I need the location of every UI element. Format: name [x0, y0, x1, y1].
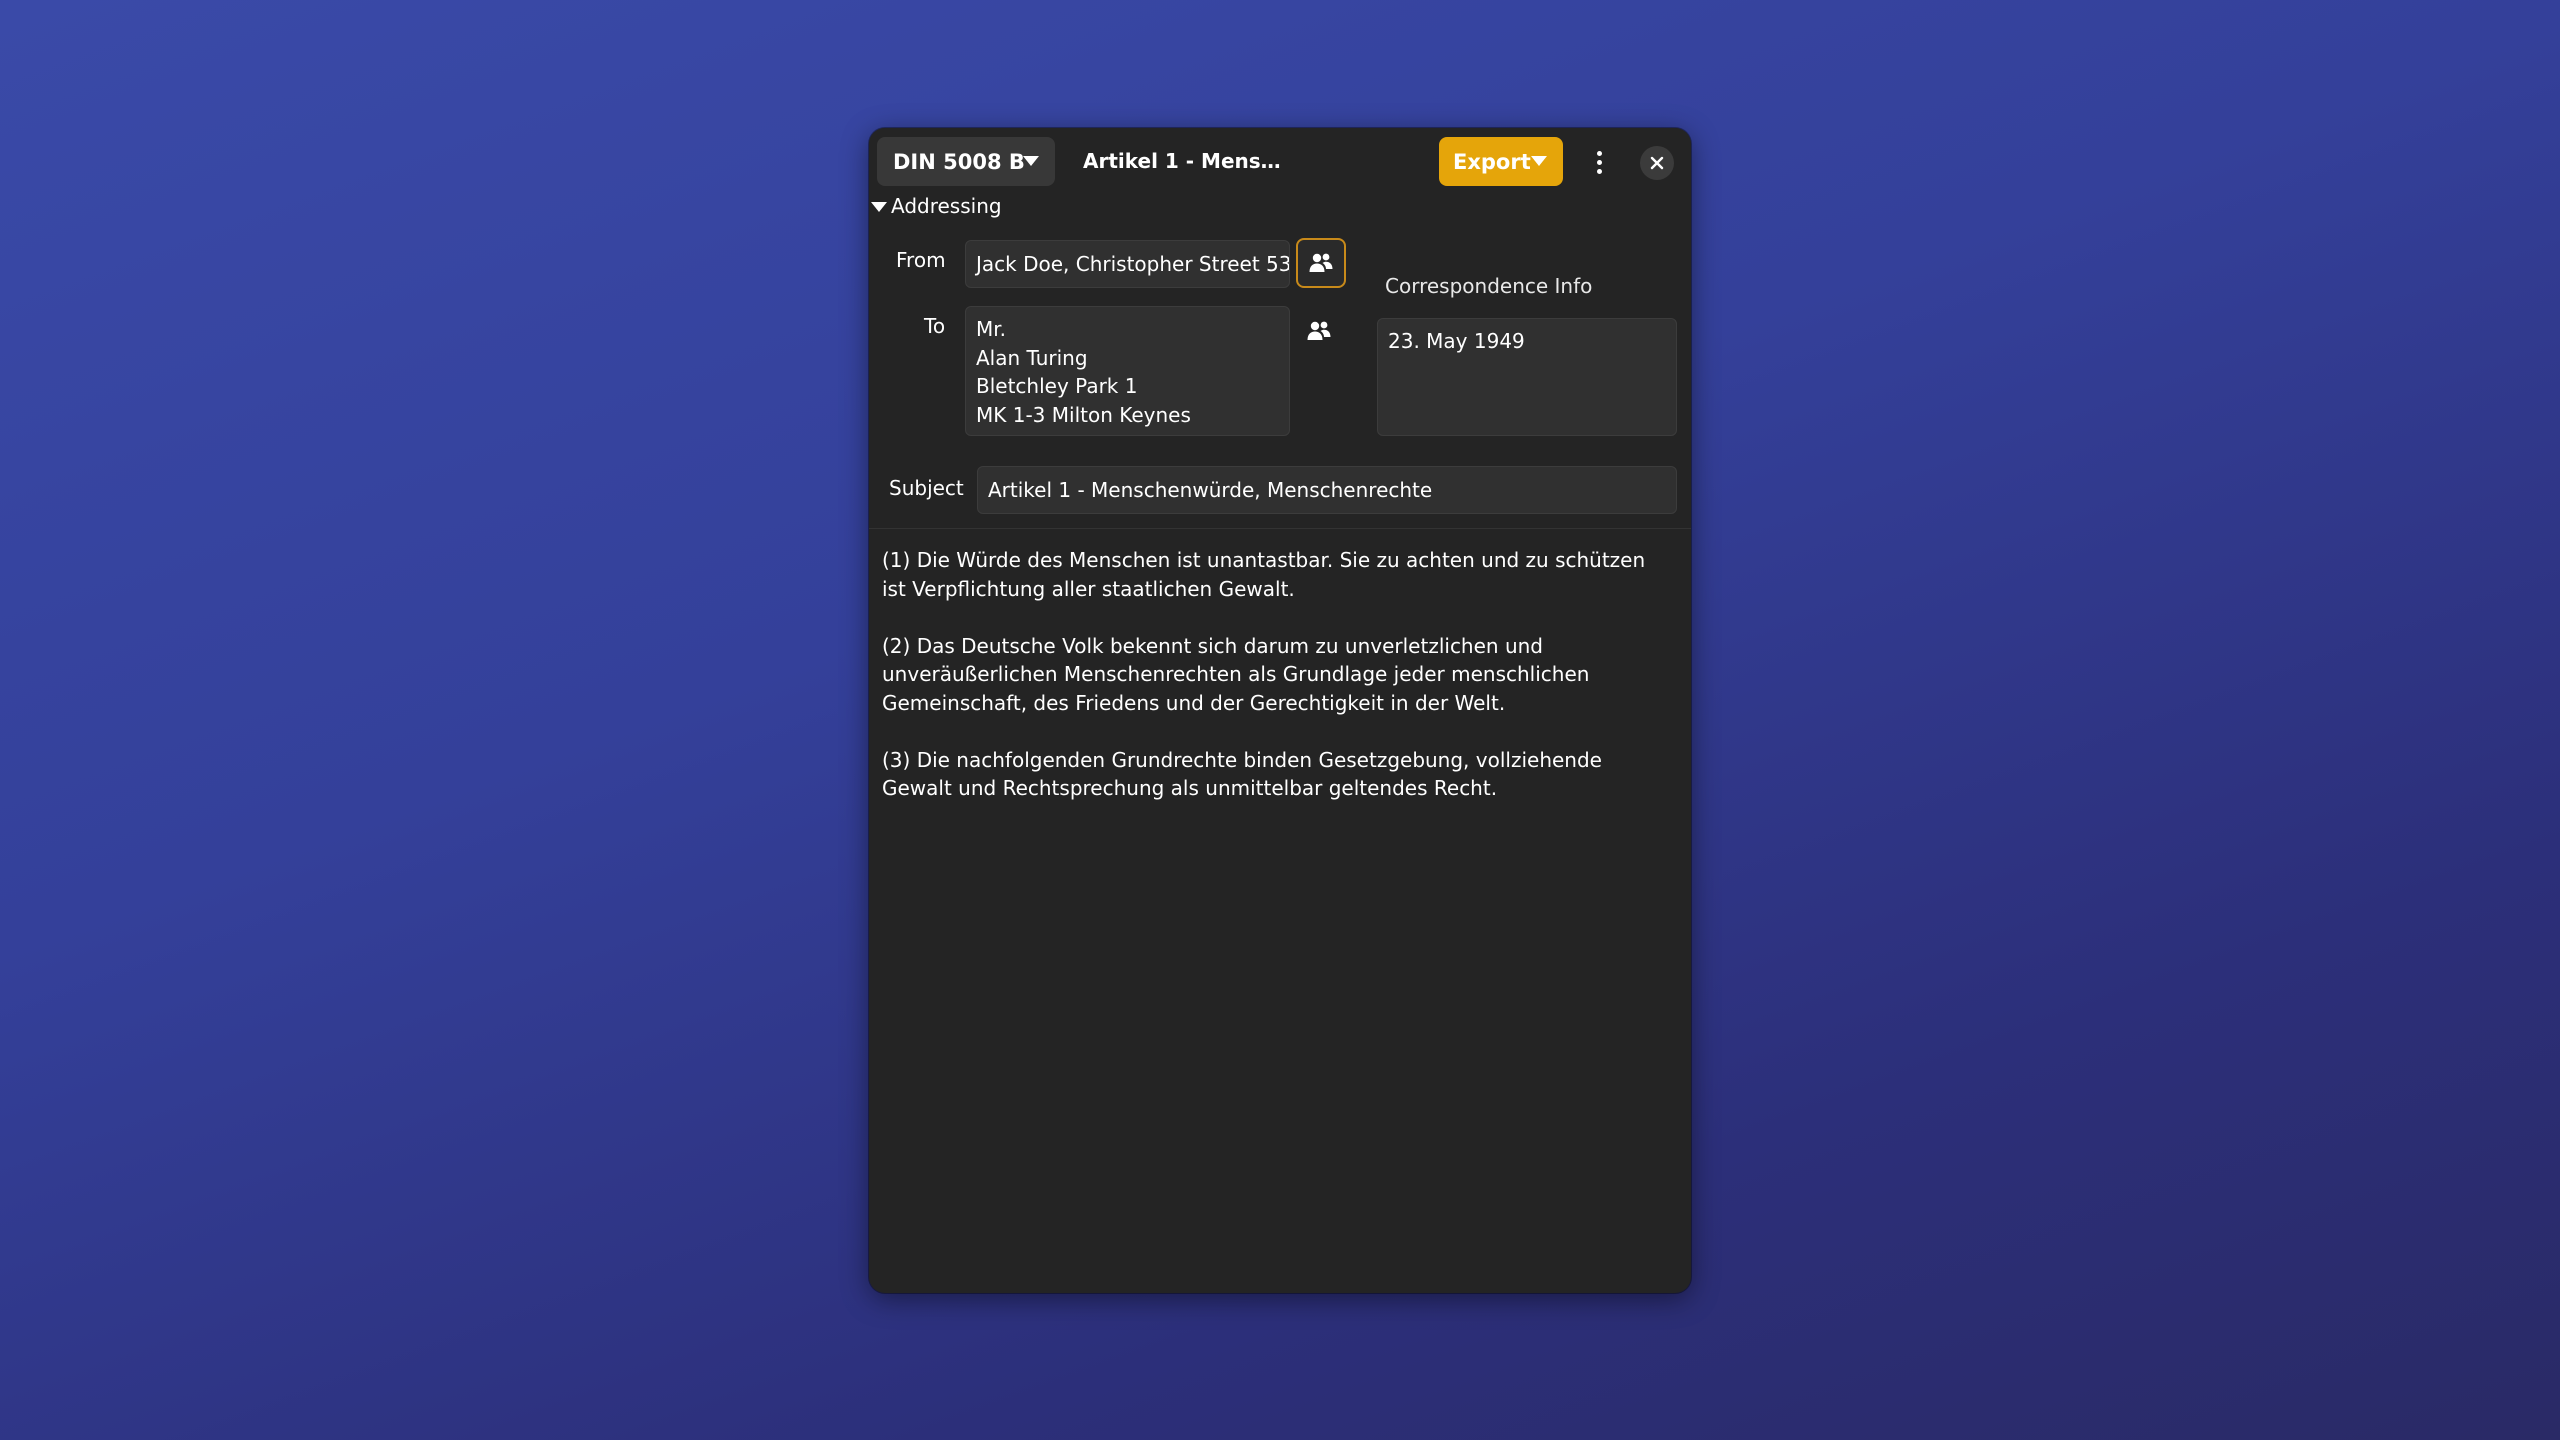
body-paragraph: (1) Die Würde des Menschen ist unantastb… [882, 548, 1646, 601]
addressing-expander[interactable]: Addressing [891, 194, 1002, 218]
vertical-dots-icon [1596, 150, 1602, 156]
subject-label: Subject [889, 476, 964, 500]
to-line: MK 1-3 Milton Keynes [976, 402, 1191, 427]
contacts-icon [1309, 253, 1333, 272]
close-button[interactable] [1640, 146, 1674, 180]
chevron-down-icon [1531, 156, 1547, 166]
to-line: Mr. [976, 317, 1006, 341]
contacts-icon [1307, 321, 1331, 340]
main-menu-button[interactable] [1577, 140, 1621, 184]
to-field[interactable]: Mr. Alan Turing Bletchley Park 1 MK 1-3 … [965, 306, 1290, 436]
close-icon [1650, 156, 1664, 170]
from-field[interactable]: Jack Doe, Christopher Street 53 [965, 240, 1290, 288]
template-dropdown[interactable]: DIN 5008 B [877, 137, 1055, 186]
correspondence-info-field[interactable]: 23. May 1949 [1377, 318, 1677, 436]
to-contacts-button[interactable] [1307, 320, 1335, 348]
from-contacts-button[interactable] [1296, 238, 1346, 288]
letter-editor-window: DIN 5008 B Artikel 1 - Menschenwürde, M.… [869, 128, 1691, 1293]
template-dropdown-label: DIN 5008 B [893, 149, 1025, 174]
letter-body-editor[interactable]: (1) Die Würde des Menschen ist unantastb… [882, 546, 1672, 831]
body-paragraph: (2) Das Deutsche Volk bekennt sich darum… [882, 633, 1590, 715]
subject-field[interactable]: Artikel 1 - Menschenwürde, Menschenrecht… [977, 466, 1677, 514]
export-button[interactable]: Export [1439, 137, 1563, 186]
to-label: To [924, 314, 946, 338]
vertical-dots-icon-dot [1596, 159, 1602, 165]
vertical-dots-icon-dot [1596, 168, 1602, 174]
correspondence-info-label: Correspondence Info [1385, 274, 1593, 298]
expander-arrow-icon[interactable] [871, 202, 887, 212]
window-title: Artikel 1 - Menschenwürde, M... [1083, 149, 1283, 173]
to-line: Alan Turing [976, 345, 1088, 370]
to-line: Bletchley Park 1 [976, 374, 1138, 398]
headerbar: DIN 5008 B Artikel 1 - Menschenwürde, M.… [869, 128, 1691, 194]
body-paragraph: (3) Die nachfolgenden Grundrechte binden… [882, 747, 1602, 801]
separator [869, 528, 1691, 529]
export-button-label: Export [1453, 149, 1531, 174]
from-label: From [896, 248, 946, 272]
chevron-down-icon [1023, 156, 1039, 166]
